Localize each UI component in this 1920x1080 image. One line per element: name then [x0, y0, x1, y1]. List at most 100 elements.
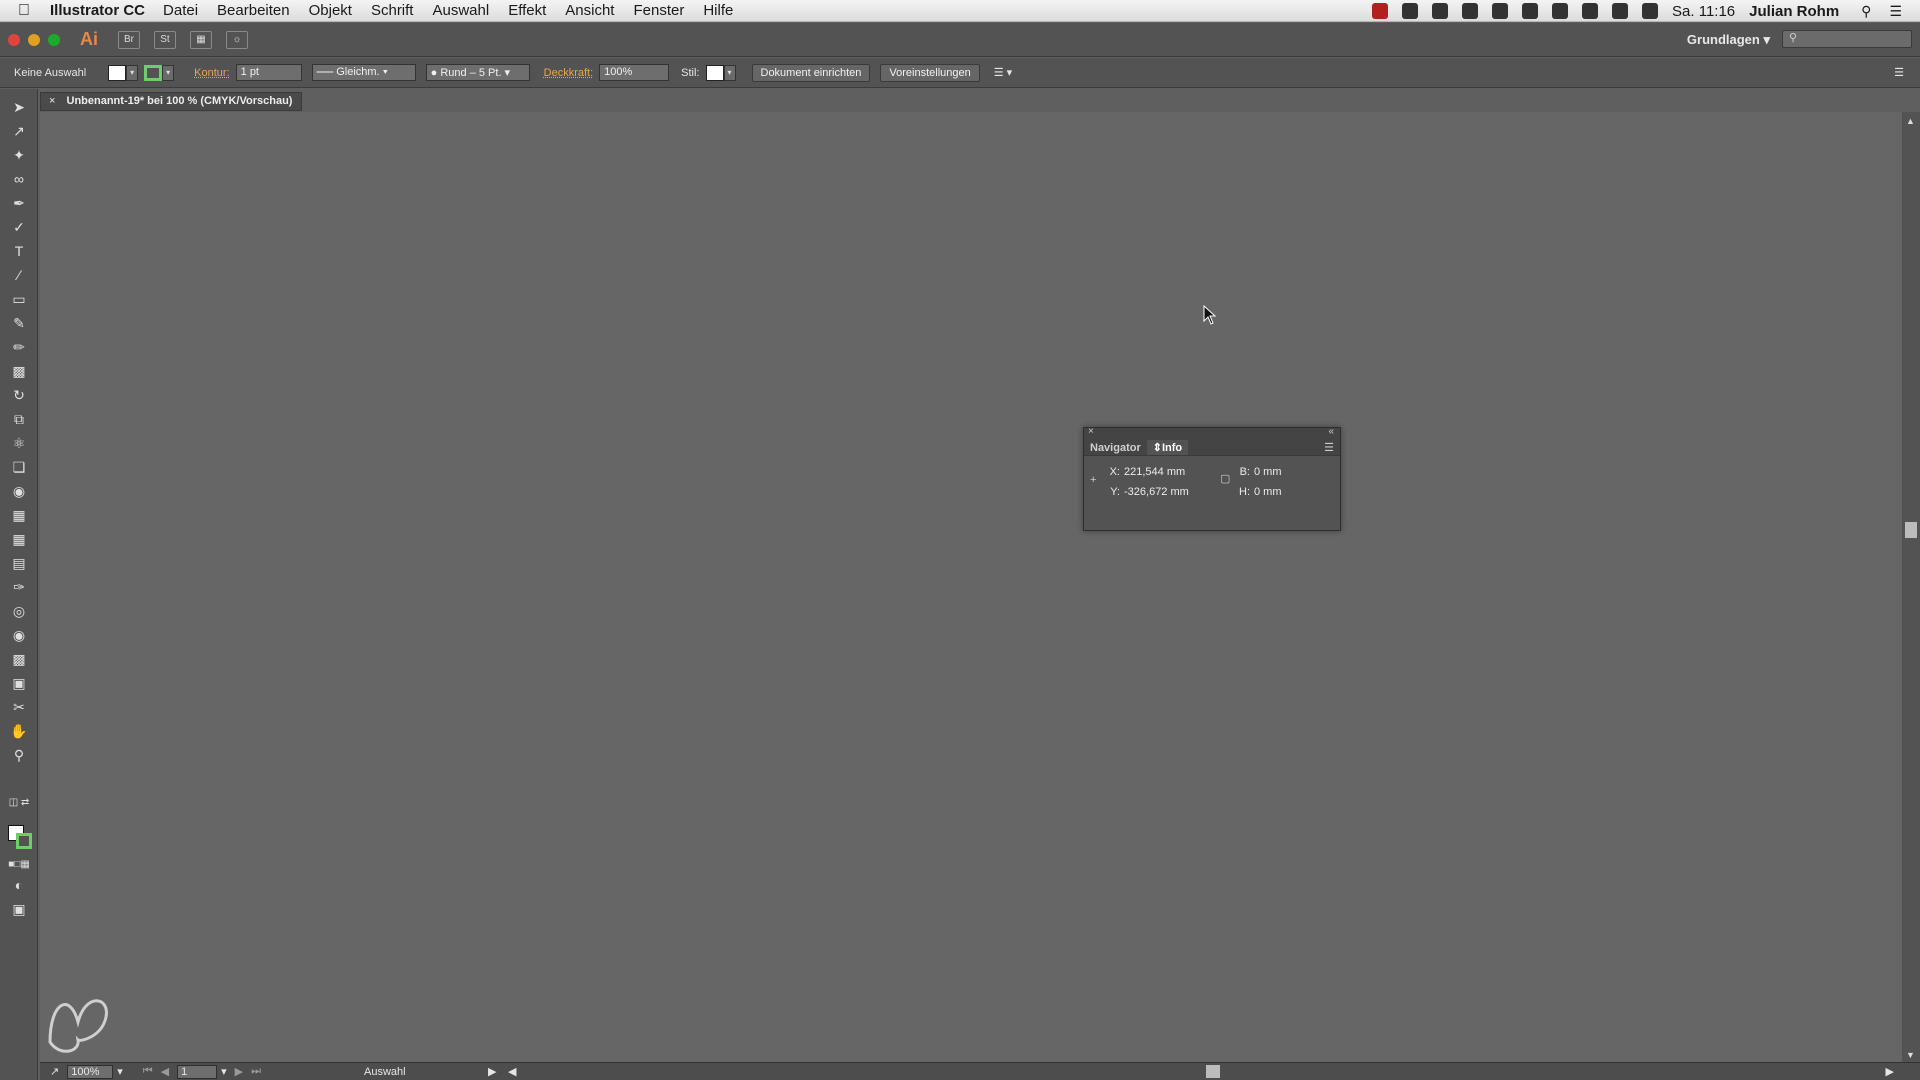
style-dropdown[interactable]: ▾: [723, 64, 736, 81]
stroke-weight-field[interactable]: 1 pt: [235, 64, 302, 81]
menu-hilfe[interactable]: Hilfe: [703, 2, 733, 19]
vertical-scrollbar[interactable]: ▲ ▼: [1902, 112, 1920, 1062]
horizontal-scroll-thumb[interactable]: [1206, 1065, 1220, 1078]
time-machine-icon[interactable]: [1582, 3, 1599, 19]
menu-schrift[interactable]: Schrift: [371, 2, 414, 19]
stroke-swatch[interactable]: [144, 64, 163, 81]
align-options-icon[interactable]: ☰ ▾: [994, 66, 1012, 79]
scroll-left-icon[interactable]: ◀: [508, 1065, 516, 1078]
paintbrush-tool-icon[interactable]: ✎: [8, 313, 30, 333]
scale-tool-icon[interactable]: ⧉: [8, 409, 30, 429]
maximize-window-icon[interactable]: [48, 33, 60, 46]
default-colors-icon[interactable]: ◫ ⇄: [8, 793, 30, 813]
tab-info[interactable]: ⇕Info: [1146, 440, 1189, 455]
menu-fenster[interactable]: Fenster: [633, 2, 684, 19]
blob-brush-tool-icon[interactable]: ✏: [8, 337, 30, 357]
panel-header[interactable]: × «: [1084, 426, 1340, 440]
close-panel-icon[interactable]: ×: [1088, 426, 1094, 437]
free-transform-tool-icon[interactable]: ❏: [8, 457, 30, 477]
stroke-dropdown[interactable]: ▾: [162, 64, 175, 81]
creative-cloud-icon[interactable]: [1372, 3, 1389, 19]
volume-icon[interactable]: [1642, 3, 1659, 19]
status-menu-icon[interactable]: ▶: [488, 1065, 496, 1078]
zoom-field[interactable]: 100%: [67, 1064, 114, 1079]
last-artboard-icon[interactable]: ⏭: [251, 1065, 261, 1078]
checkbox-icon[interactable]: [1552, 3, 1569, 19]
sync-icon[interactable]: [1492, 3, 1509, 19]
preferences-button[interactable]: Voreinstellungen: [880, 63, 980, 82]
menu-bearbeiten[interactable]: Bearbeiten: [217, 2, 290, 19]
eraser-tool-icon[interactable]: ▩: [8, 361, 30, 381]
pen-tool-icon[interactable]: ✒: [8, 193, 30, 213]
menu-datei[interactable]: Datei: [163, 2, 198, 19]
rectangle-tool-icon[interactable]: ▭: [8, 289, 30, 309]
brush-dropdown[interactable]: ● Rund – 5 Pt. ▾: [425, 64, 530, 81]
artboard-number-field[interactable]: 1: [177, 1064, 218, 1079]
column-graph-tool-icon[interactable]: ▩: [8, 649, 30, 669]
user-name[interactable]: Julian Rohm: [1749, 3, 1839, 20]
bridge-button[interactable]: Br: [118, 30, 140, 49]
menu-effekt[interactable]: Effekt: [508, 2, 546, 19]
panel-menu-icon[interactable]: ☰: [1894, 66, 1904, 79]
notification-center-icon[interactable]: ☰: [1889, 3, 1902, 20]
share-icon[interactable]: ↗: [50, 1065, 59, 1078]
cloud-icon[interactable]: [1432, 3, 1449, 19]
wifi-icon[interactable]: [1612, 3, 1629, 19]
fill-dropdown[interactable]: ▾: [126, 64, 139, 81]
hand-tool-icon[interactable]: ✋: [8, 721, 30, 741]
gradient-tool-icon[interactable]: ▤: [8, 553, 30, 573]
previous-artboard-icon[interactable]: ◀: [161, 1065, 169, 1078]
blend-tool-icon[interactable]: ◎: [8, 601, 30, 621]
gpu-preview-icon[interactable]: ☼: [226, 30, 248, 49]
tab-navigator[interactable]: Navigator: [1084, 440, 1147, 455]
menu-ansicht[interactable]: Ansicht: [565, 2, 614, 19]
opacity-label[interactable]: Deckkraft:: [544, 67, 594, 79]
document-tab[interactable]: × Unbenannt-19* bei 100 % (CMYK/Vorschau…: [40, 92, 302, 111]
search-input[interactable]: ⚲: [1782, 30, 1912, 48]
document-canvas[interactable]: [40, 112, 1902, 1062]
color-mode-icon[interactable]: ■□▦: [8, 855, 30, 875]
rotate-tool-icon[interactable]: ↻: [8, 385, 30, 405]
zoom-dropdown-icon[interactable]: ▾: [117, 1065, 123, 1078]
spotlight-icon[interactable]: ⚲: [1861, 3, 1871, 20]
apple-icon[interactable]: : [18, 2, 40, 20]
arrange-documents-icon[interactable]: ▦: [190, 30, 212, 49]
scroll-right-icon[interactable]: ▶: [1886, 1065, 1894, 1078]
menu-objekt[interactable]: Objekt: [309, 2, 352, 19]
perspective-grid-tool-icon[interactable]: ▦: [8, 505, 30, 525]
shape-builder-tool-icon[interactable]: ◉: [8, 481, 30, 501]
screen-mode-icon[interactable]: ▣: [8, 899, 30, 919]
eyedropper-tool-icon[interactable]: ✑: [8, 577, 30, 597]
lasso-tool-icon[interactable]: ∞: [8, 169, 30, 189]
mesh-tool-icon[interactable]: ▦: [8, 529, 30, 549]
fill-swatch[interactable]: [108, 64, 127, 81]
tray-app-icon[interactable]: [1402, 3, 1419, 19]
dropbox-icon[interactable]: [1462, 3, 1479, 19]
stroke-label[interactable]: Kontur:: [194, 67, 229, 79]
menu-auswahl[interactable]: Auswahl: [432, 2, 489, 19]
workspace-switcher[interactable]: Grundlagen ▾: [1687, 32, 1770, 48]
scroll-down-icon[interactable]: ▼: [1906, 1050, 1915, 1060]
selection-tool-icon[interactable]: ➤: [8, 97, 30, 117]
panel-options-icon[interactable]: ☰: [1324, 440, 1334, 455]
first-artboard-icon[interactable]: ⏮: [143, 1065, 153, 1078]
symbol-sprayer-tool-icon[interactable]: ◉: [8, 625, 30, 645]
menu-app-name[interactable]: Illustrator CC: [50, 2, 145, 19]
style-swatch[interactable]: [705, 64, 724, 81]
direct-selection-tool-icon[interactable]: ↗: [8, 121, 30, 141]
minimize-window-icon[interactable]: [28, 33, 40, 46]
line-tool-icon[interactable]: ∕: [8, 265, 30, 285]
clock[interactable]: Sa. 11:16: [1672, 3, 1735, 20]
close-tab-icon[interactable]: ×: [49, 95, 55, 107]
stroke-profile-dropdown[interactable]: ⎯⎯⎯ Gleichm. ▾: [311, 64, 416, 81]
info-icon[interactable]: [1522, 3, 1539, 19]
scroll-thumb[interactable]: [1905, 522, 1917, 538]
opacity-field[interactable]: 100%: [599, 64, 670, 81]
close-window-icon[interactable]: [8, 33, 20, 46]
slice-tool-icon[interactable]: ✂: [8, 697, 30, 717]
scroll-up-icon[interactable]: ▲: [1906, 116, 1915, 126]
zoom-tool-icon[interactable]: ⚲: [8, 745, 30, 765]
drawing-mode-icon[interactable]: ◐: [8, 875, 30, 895]
curvature-tool-icon[interactable]: ✓: [8, 217, 30, 237]
next-artboard-icon[interactable]: ▶: [235, 1065, 243, 1078]
